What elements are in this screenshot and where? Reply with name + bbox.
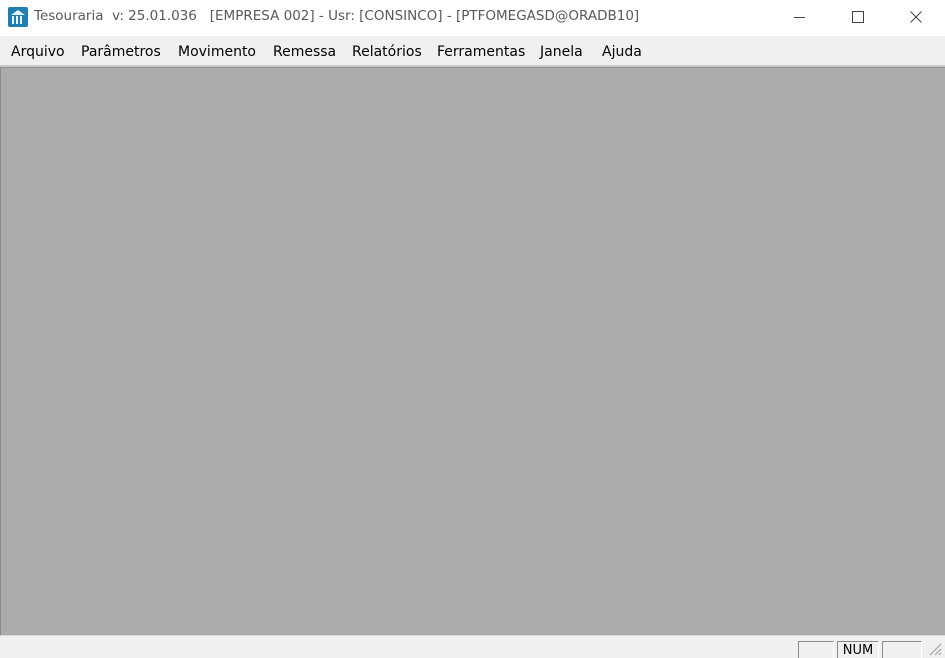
minimize-icon [794, 17, 805, 18]
menu-bar: Arquivo Parâmetros Movimento Remessa Rel… [0, 40, 945, 65]
status-panel-3 [882, 641, 922, 658]
menu-janela[interactable]: Janela [540, 44, 583, 60]
mdi-client-area[interactable] [0, 68, 945, 635]
minimize-button[interactable] [771, 0, 829, 34]
menu-ajuda[interactable]: Ajuda [602, 44, 642, 60]
status-bar: NUM [0, 635, 945, 658]
maximize-button[interactable] [829, 0, 887, 34]
status-panel-num: NUM [837, 641, 879, 658]
menu-arquivo[interactable]: Arquivo [11, 44, 65, 60]
app-window: Tesouraria v: 25.01.036 [EMPRESA 002] - … [0, 0, 945, 658]
close-button[interactable] [887, 0, 945, 34]
title-bar[interactable]: Tesouraria v: 25.01.036 [EMPRESA 002] - … [0, 0, 945, 36]
bank-icon[interactable] [8, 7, 28, 27]
maximize-icon [852, 11, 864, 23]
window-title: Tesouraria v: 25.01.036 [EMPRESA 002] - … [34, 8, 640, 24]
resize-grip-icon[interactable] [928, 642, 942, 656]
menu-remessa[interactable]: Remessa [273, 44, 336, 60]
status-panel-1 [798, 641, 834, 658]
menu-movimento[interactable]: Movimento [178, 44, 256, 60]
menu-ferramentas[interactable]: Ferramentas [437, 44, 525, 60]
menu-relatorios[interactable]: Relatórios [352, 44, 422, 60]
close-icon [910, 11, 922, 23]
menu-parametros[interactable]: Parâmetros [81, 44, 161, 60]
